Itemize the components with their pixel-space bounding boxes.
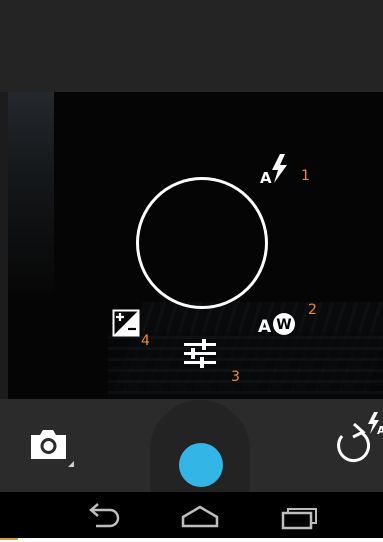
flash-auto-icon[interactable]: A xyxy=(259,153,289,185)
bottom-edge xyxy=(0,538,383,542)
top-bar xyxy=(0,0,383,92)
switch-camera-icon[interactable]: A xyxy=(330,410,383,468)
home-icon[interactable] xyxy=(174,500,226,532)
exposure-compensation-icon[interactable] xyxy=(112,309,140,337)
camera-screen: A 1 A W 2 4 3 A xyxy=(0,0,383,542)
viewfinder-background xyxy=(8,92,54,292)
settings-option-number: 3 xyxy=(231,369,240,385)
exposure-option-number: 4 xyxy=(141,333,150,349)
settings-sliders-icon[interactable] xyxy=(182,338,218,370)
switch-flash-label: A xyxy=(377,424,383,437)
white-balance-option-number: 2 xyxy=(308,302,317,318)
white-balance-badge: W xyxy=(276,317,291,333)
recent-apps-icon[interactable] xyxy=(276,500,326,532)
shutter-button[interactable] xyxy=(179,443,223,487)
white-balance-auto-label: A xyxy=(258,317,272,337)
flash-auto-label: A xyxy=(260,169,272,185)
back-icon[interactable] xyxy=(78,500,128,532)
camera-mode-icon[interactable] xyxy=(28,425,74,467)
bottom-edge-mark xyxy=(0,538,18,540)
auto-white-balance-icon[interactable]: A W xyxy=(257,311,297,337)
flash-option-number: 1 xyxy=(301,168,310,184)
option-pie-ring[interactable] xyxy=(136,177,268,309)
